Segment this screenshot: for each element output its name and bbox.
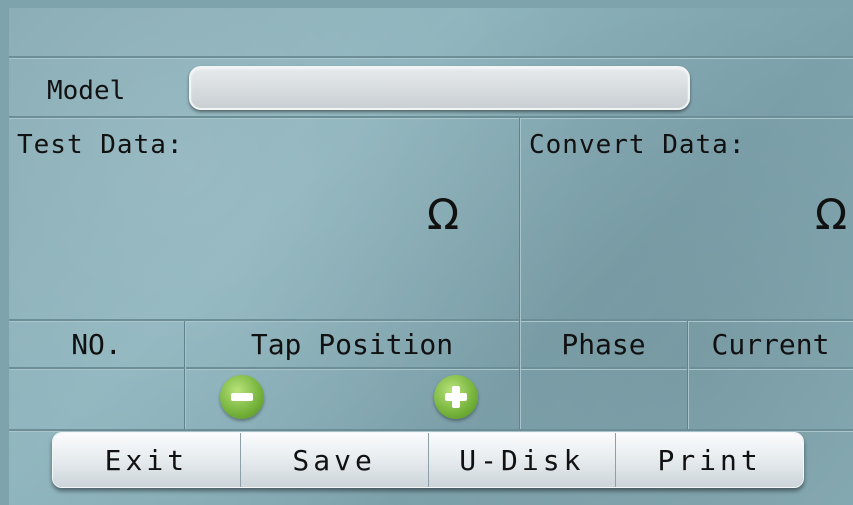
plus-circle-icon[interactable] <box>434 375 478 419</box>
model-label: Model <box>47 76 126 106</box>
header-phase: Phase <box>561 328 646 361</box>
divider-line <box>9 116 853 119</box>
header-current: Current <box>711 328 830 361</box>
test-data-unit: Ω <box>427 190 460 239</box>
divider-line <box>519 118 521 429</box>
exit-button[interactable]: Exit <box>53 433 241 487</box>
test-data-label: Test Data: <box>17 130 184 160</box>
bottom-toolbar: Exit Save U-Disk Print <box>52 432 804 488</box>
convert-data-label: Convert Data: <box>529 130 746 160</box>
minus-circle-icon[interactable] <box>220 375 264 419</box>
instrument-screen: Model Test Data: Ω Convert Data: Ω NO. T… <box>9 8 853 505</box>
convert-data-unit: Ω <box>815 190 848 239</box>
print-button[interactable]: Print <box>616 433 803 487</box>
header-tap-position: Tap Position <box>250 328 454 361</box>
model-input[interactable] <box>189 66 690 110</box>
divider-line <box>9 319 853 322</box>
save-button[interactable]: Save <box>240 433 429 487</box>
divider-line <box>9 56 853 59</box>
divider-line <box>9 367 853 370</box>
u-disk-button[interactable]: U-Disk <box>428 433 617 487</box>
header-no: NO. <box>71 328 122 361</box>
